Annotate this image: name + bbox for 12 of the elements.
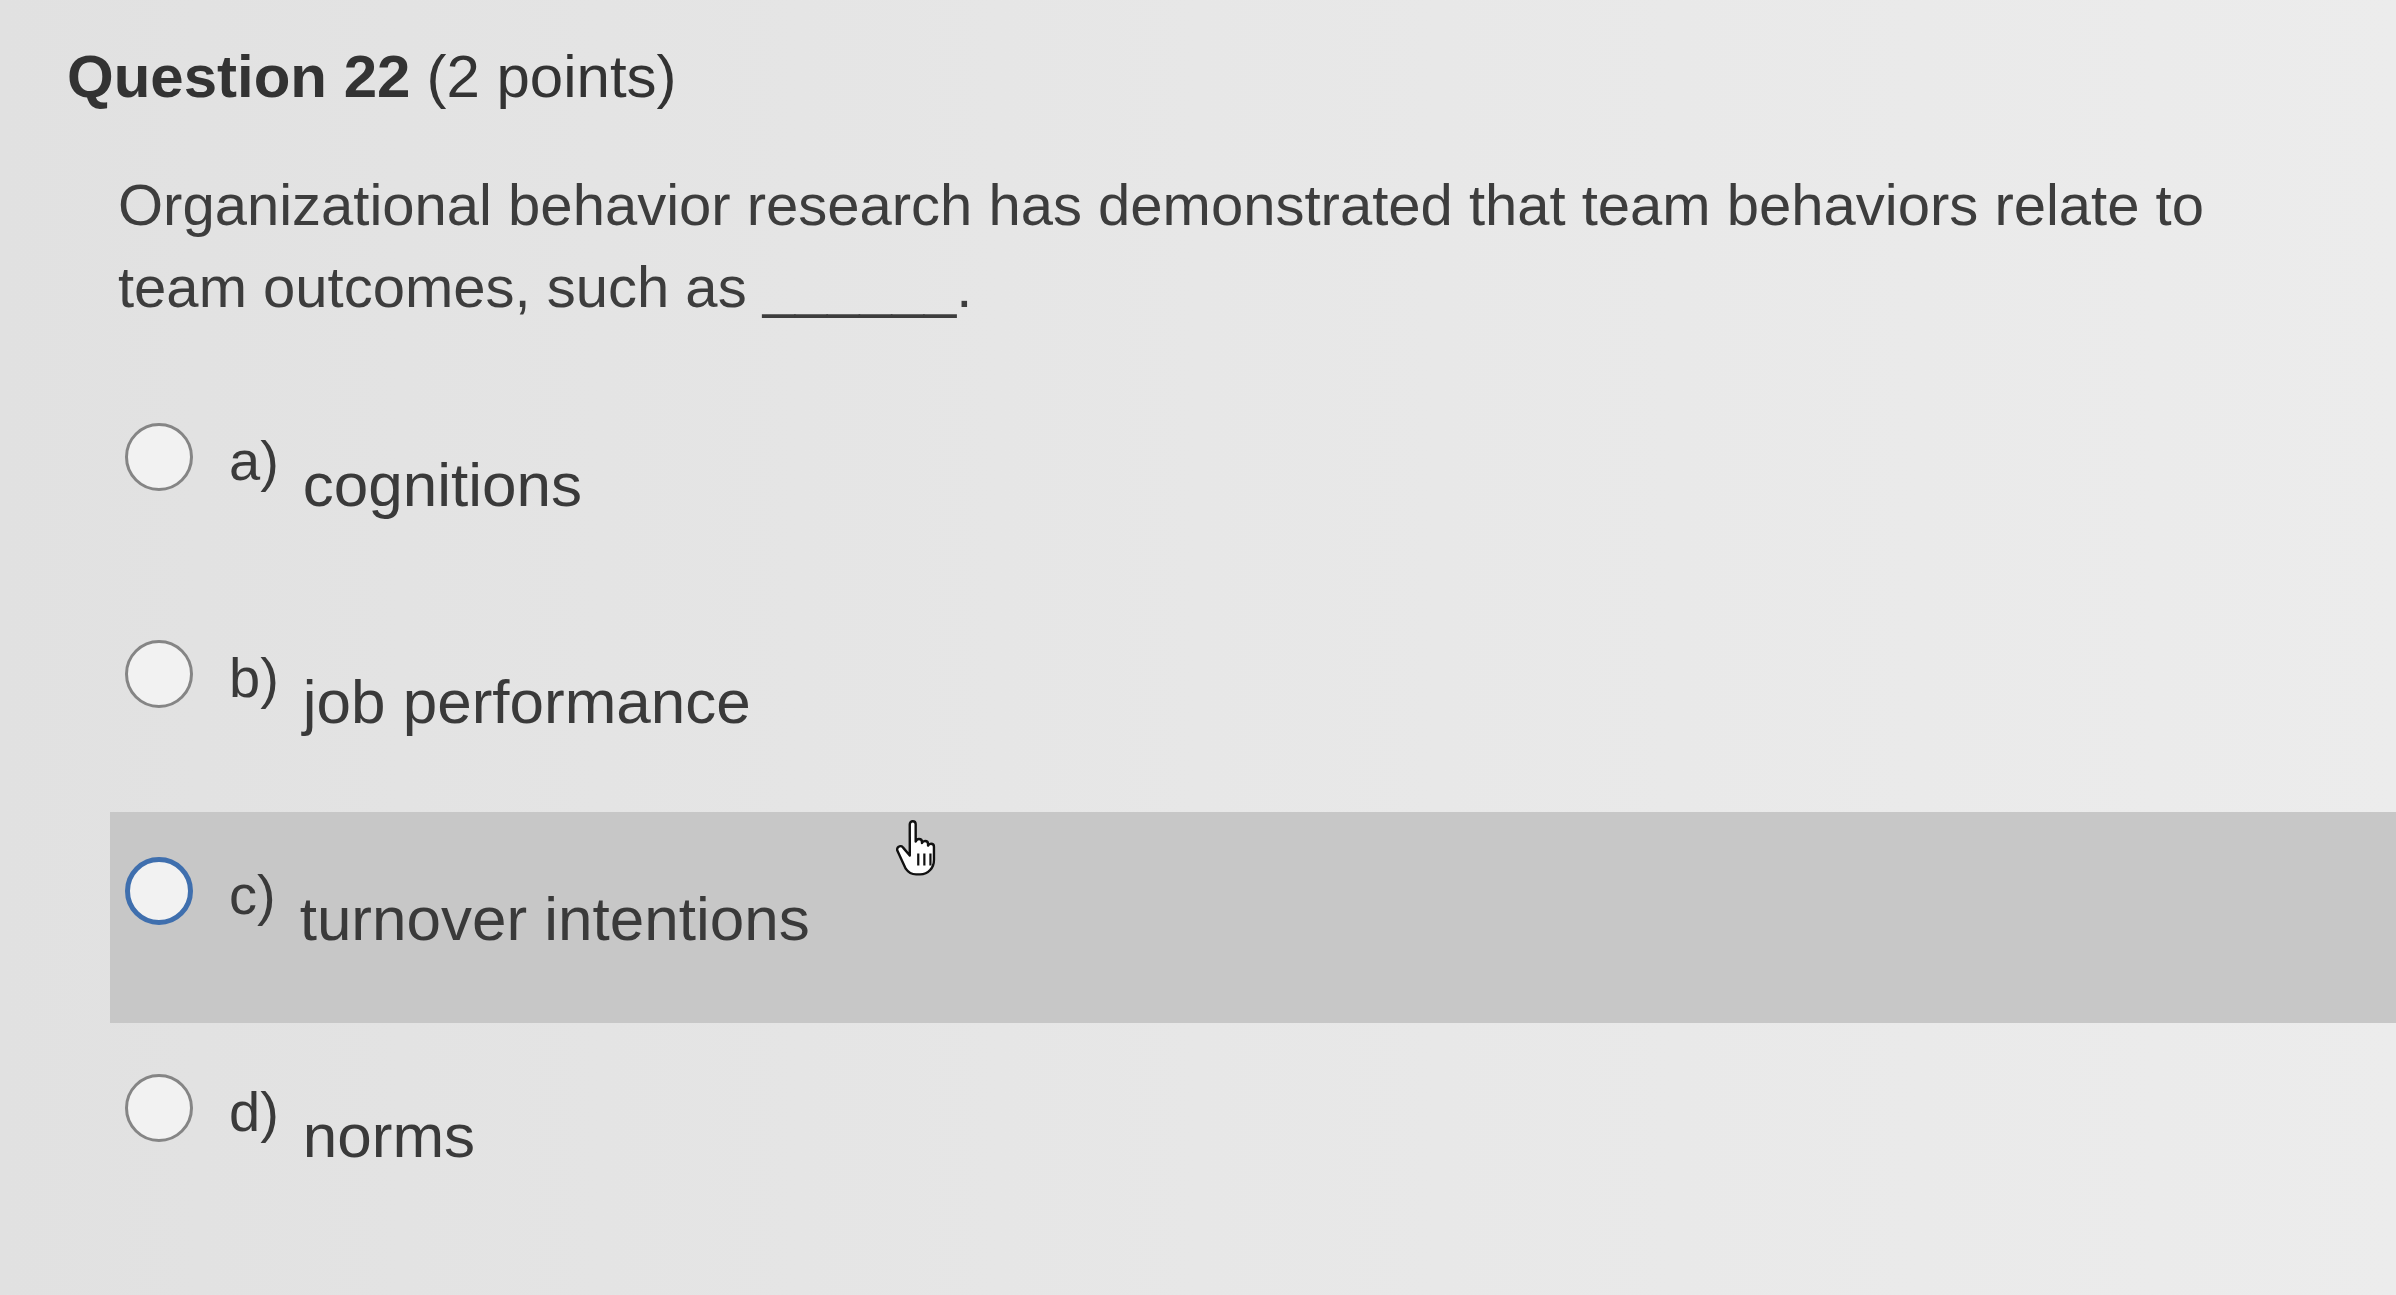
question-points: (2 points)	[426, 42, 677, 112]
question-title: Question 22	[67, 42, 411, 112]
option-text: turnover intentions	[299, 884, 810, 954]
option-letter: d)	[229, 1079, 279, 1145]
option-letter: c)	[229, 862, 276, 928]
option-letter: a)	[229, 428, 279, 494]
option-text: norms	[302, 1101, 476, 1171]
option-letter: b)	[229, 645, 279, 711]
option-text: job performance	[302, 667, 751, 737]
option-text: cognitions	[302, 450, 582, 520]
option-highlight[interactable]: c) turnover intentions	[110, 812, 2396, 1023]
question-text: Organizational behavior research has demonstrated that team behaviors relate to team outcomes, such as ______.	[118, 171, 2205, 321]
